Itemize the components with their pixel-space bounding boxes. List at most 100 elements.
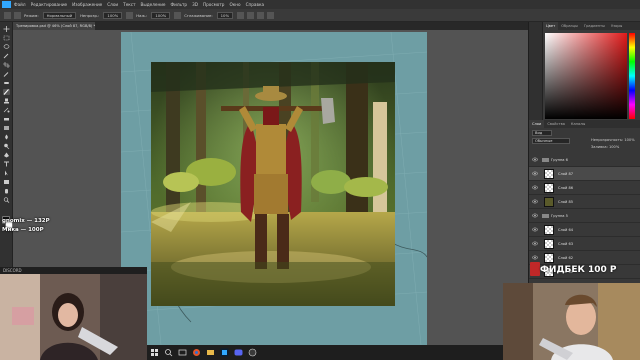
discord-icon[interactable] bbox=[234, 348, 243, 357]
layers-panel-tabs: Слои Свойства Каналы bbox=[529, 120, 640, 128]
symmetry-icon[interactable] bbox=[267, 11, 275, 19]
menu-file[interactable]: Файл bbox=[14, 2, 26, 7]
layer-row[interactable]: Слой 85 bbox=[529, 195, 640, 209]
layer-row[interactable]: Слой 63 bbox=[529, 237, 640, 251]
layer-name: Слой 87 bbox=[558, 172, 574, 176]
layer-row[interactable]: Слой 64 bbox=[529, 223, 640, 237]
obs-icon[interactable] bbox=[248, 348, 257, 357]
blend-mode-select[interactable]: Обычные bbox=[532, 138, 570, 144]
painting-forest-lumberjack[interactable] bbox=[151, 62, 395, 306]
search-icon[interactable] bbox=[164, 348, 173, 357]
mode-select[interactable]: Нормальный bbox=[42, 11, 77, 19]
visibility-eye-icon[interactable] bbox=[532, 157, 538, 162]
menu-3d[interactable]: 3D bbox=[192, 2, 198, 7]
lasso-icon[interactable] bbox=[3, 44, 10, 50]
taskview-icon[interactable] bbox=[178, 348, 187, 357]
tab-properties[interactable]: Свойства bbox=[544, 120, 568, 128]
donation-banner: ФИДБЕК 100 Р bbox=[540, 265, 617, 275]
layer-name: Слой 86 bbox=[558, 186, 574, 190]
hue-slider[interactable] bbox=[629, 33, 635, 119]
clone-stamp-icon[interactable] bbox=[3, 98, 10, 104]
photoshop-icon[interactable] bbox=[220, 348, 229, 357]
menu-bar: Файл Редактирование Изображение Слои Тек… bbox=[0, 0, 640, 9]
menu-help[interactable]: Справка bbox=[246, 2, 264, 7]
tab-layers[interactable]: Слои bbox=[529, 120, 545, 128]
hand-icon[interactable] bbox=[3, 188, 10, 194]
zoom-icon[interactable] bbox=[3, 197, 10, 203]
pressure-opacity-icon[interactable] bbox=[126, 11, 134, 19]
layer-row[interactable]: Группа 5 bbox=[529, 209, 640, 223]
visibility-eye-icon[interactable] bbox=[532, 213, 538, 218]
photoshop-window: Файл Редактирование Изображение Слои Тек… bbox=[0, 0, 640, 360]
layer-name: Слой 64 bbox=[558, 228, 574, 232]
crop-icon[interactable] bbox=[3, 62, 10, 68]
webcam-title: DISCORD bbox=[0, 267, 147, 274]
layer-fill[interactable]: Заливка: 100% bbox=[591, 145, 619, 149]
opacity-label: Непрозр.: bbox=[80, 12, 100, 18]
explorer-icon[interactable] bbox=[206, 348, 215, 357]
history-brush-icon[interactable] bbox=[3, 107, 10, 113]
document-tab[interactable]: Тренировка.psd @ 46% (Слой 87, RGB/8) * bbox=[13, 22, 95, 30]
options-bar: Режим: Нормальный Непрозр.: 100% Наж.: 1… bbox=[0, 9, 640, 22]
pen-icon[interactable] bbox=[3, 152, 10, 158]
menu-filter[interactable]: Фильтр bbox=[171, 2, 188, 7]
donation-line-2: Мика — 100Р bbox=[2, 227, 44, 233]
dodge-icon[interactable] bbox=[3, 143, 10, 149]
pressure-input[interactable]: 100% bbox=[151, 11, 171, 19]
pressure-size-icon[interactable] bbox=[257, 11, 265, 19]
rectangle-icon[interactable] bbox=[3, 179, 10, 185]
layer-filter-input[interactable]: Вид bbox=[532, 130, 552, 136]
layer-thumbnail bbox=[544, 225, 554, 235]
layer-name: Группа 6 bbox=[551, 158, 568, 162]
tab-gradients[interactable]: Градиенты bbox=[581, 22, 608, 30]
type-icon[interactable] bbox=[3, 161, 10, 167]
menu-edit[interactable]: Редактирование bbox=[31, 2, 68, 7]
path-select-icon[interactable] bbox=[3, 170, 10, 176]
visibility-eye-icon[interactable] bbox=[532, 241, 538, 246]
opacity-input[interactable]: 100% bbox=[103, 11, 123, 19]
eyedropper-icon[interactable] bbox=[3, 71, 10, 77]
browser-icon[interactable] bbox=[192, 348, 201, 357]
mode-label: Режим: bbox=[24, 12, 39, 18]
donation-badge-icon bbox=[530, 262, 540, 276]
color-picker-field[interactable] bbox=[545, 33, 627, 119]
visibility-eye-icon[interactable] bbox=[532, 199, 538, 204]
visibility-eye-icon[interactable] bbox=[532, 171, 538, 176]
menu-type[interactable]: Текст bbox=[123, 2, 135, 7]
airbrush-icon[interactable] bbox=[174, 11, 182, 19]
visibility-eye-icon[interactable] bbox=[532, 185, 538, 190]
eraser-icon[interactable] bbox=[3, 116, 10, 122]
gradient-icon[interactable] bbox=[3, 125, 10, 131]
tab-patterns[interactable]: Узоры bbox=[608, 22, 625, 30]
start-icon[interactable] bbox=[150, 348, 159, 357]
layer-row[interactable]: Слой 87 bbox=[529, 167, 640, 181]
menu-image[interactable]: Изображение bbox=[72, 2, 102, 7]
layer-row[interactable]: Слой 86 bbox=[529, 181, 640, 195]
visibility-eye-icon[interactable] bbox=[532, 255, 538, 260]
menu-select[interactable]: Выделение bbox=[141, 2, 166, 7]
visibility-eye-icon[interactable] bbox=[532, 227, 538, 232]
smoothing-input[interactable]: 10% bbox=[216, 11, 234, 19]
menu-layers[interactable]: Слои bbox=[107, 2, 118, 7]
tab-channels[interactable]: Каналы bbox=[568, 120, 588, 128]
layer-row[interactable]: Группа 6 bbox=[529, 153, 640, 167]
healing-icon[interactable] bbox=[3, 80, 10, 86]
marquee-icon[interactable] bbox=[3, 35, 10, 41]
tab-swatches[interactable]: Образцы bbox=[558, 22, 581, 30]
layer-row[interactable]: Слой 62 bbox=[529, 251, 640, 265]
brush-settings-icon[interactable] bbox=[14, 11, 21, 19]
layer-opacity[interactable]: Непрозрачность: 100% bbox=[591, 138, 635, 142]
smoothing-settings-icon[interactable] bbox=[237, 11, 245, 19]
move-icon[interactable] bbox=[3, 26, 10, 32]
folder-icon bbox=[542, 214, 549, 218]
quick-select-icon[interactable] bbox=[3, 53, 10, 59]
menu-view[interactable]: Просмотр bbox=[203, 2, 225, 7]
angle-icon[interactable] bbox=[247, 11, 255, 19]
brush-preset-icon[interactable] bbox=[4, 11, 11, 19]
blur-icon[interactable] bbox=[3, 134, 10, 140]
layer-thumbnail bbox=[544, 239, 554, 249]
menu-window[interactable]: Окно bbox=[229, 2, 240, 7]
tab-color[interactable]: Цвет bbox=[543, 22, 559, 30]
brush-icon[interactable] bbox=[3, 89, 10, 95]
layer-name: Слой 63 bbox=[558, 242, 574, 246]
